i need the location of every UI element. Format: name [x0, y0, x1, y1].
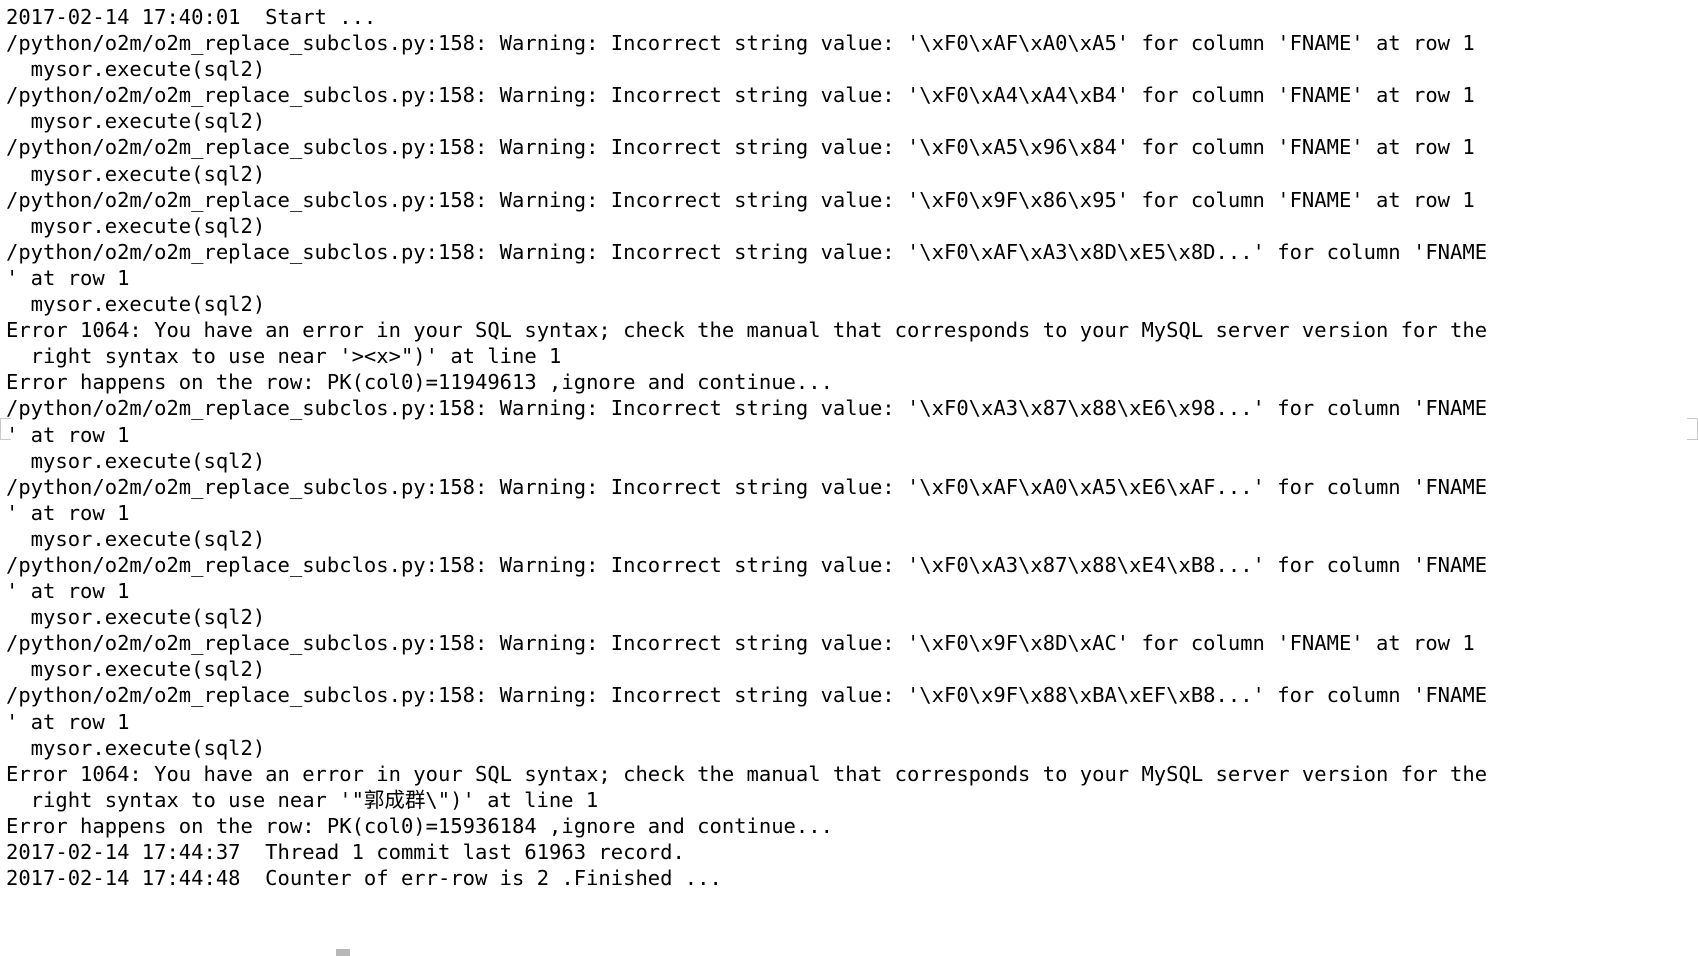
log-line: ' at row 1 [6, 709, 130, 734]
log-line: mysor.execute(sql2) [6, 57, 266, 82]
log-line: Error happens on the row: PK(col0)=11949… [6, 370, 833, 395]
log-line: mysor.execute(sql2) [6, 605, 266, 630]
log-line: right syntax to use near '><x>")' at lin… [6, 344, 562, 369]
log-line: ' at row 1 [6, 422, 130, 447]
log-line: mysor.execute(sql2) [6, 735, 266, 760]
log-line: Error 1064: You have an error in your SQ… [6, 318, 1488, 343]
log-line: /python/o2m/o2m_replace_subclos.py:158: … [6, 31, 1475, 56]
log-line: /python/o2m/o2m_replace_subclos.py:158: … [6, 135, 1475, 160]
log-line: mysor.execute(sql2) [6, 292, 266, 317]
log-line: ' at row 1 [6, 579, 130, 604]
log-line: Error happens on the row: PK(col0)=15936… [6, 813, 833, 838]
log-line: /python/o2m/o2m_replace_subclos.py:158: … [6, 239, 1488, 264]
text-cursor [336, 949, 350, 956]
log-line: Error 1064: You have an error in your SQ… [6, 761, 1488, 786]
log-line: /python/o2m/o2m_replace_subclos.py:158: … [6, 396, 1488, 421]
log-line: 2017-02-14 17:44:48 Counter of err-row i… [6, 866, 722, 891]
log-line: /python/o2m/o2m_replace_subclos.py:158: … [6, 683, 1488, 708]
log-line: mysor.execute(sql2) [6, 109, 266, 134]
log-line: mysor.execute(sql2) [6, 526, 266, 551]
log-line: /python/o2m/o2m_replace_subclos.py:158: … [6, 83, 1475, 108]
log-line: /python/o2m/o2m_replace_subclos.py:158: … [6, 187, 1475, 212]
log-line: right syntax to use near '"郭成群\")' at li… [6, 787, 599, 812]
log-line: ' at row 1 [6, 265, 130, 290]
log-line: 2017-02-14 17:40:01 Start ... [6, 5, 377, 29]
log-line: mysor.execute(sql2) [6, 448, 266, 473]
log-line: mysor.execute(sql2) [6, 657, 266, 682]
log-line: mysor.execute(sql2) [6, 161, 266, 186]
log-line: /python/o2m/o2m_replace_subclos.py:158: … [6, 631, 1475, 656]
terminal-output-pane[interactable]: 2017-02-14 17:40:01 Start .../python/o2m… [0, 0, 1698, 956]
log-line: 2017-02-14 17:44:37 Thread 1 commit last… [6, 840, 685, 864]
log-line: ' at row 1 [6, 500, 130, 525]
log-line: /python/o2m/o2m_replace_subclos.py:158: … [6, 474, 1488, 499]
log-line: /python/o2m/o2m_replace_subclos.py:158: … [6, 552, 1488, 577]
log-line: mysor.execute(sql2) [6, 213, 266, 238]
log-line-list: 2017-02-14 17:40:01 Start .../python/o2m… [0, 4, 1698, 891]
